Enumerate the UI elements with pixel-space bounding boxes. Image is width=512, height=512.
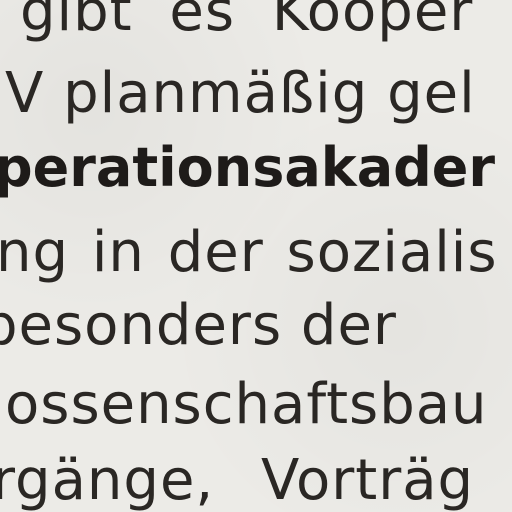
text-line-7: rgänge, Vorträg	[0, 448, 475, 512]
text-line-5: besonders der	[0, 293, 397, 358]
text-line-2: V planmäßig gel	[5, 61, 476, 126]
text-line-6: ossenschaftsbau	[5, 372, 488, 437]
text-line-4: ng in der sozialis	[0, 220, 498, 285]
text-line-1: gibt es Kooper	[20, 0, 474, 44]
document-page: gibt es Kooper V planmäßig gel perations…	[0, 0, 512, 512]
bold-text-line: perationsakader	[0, 136, 496, 199]
